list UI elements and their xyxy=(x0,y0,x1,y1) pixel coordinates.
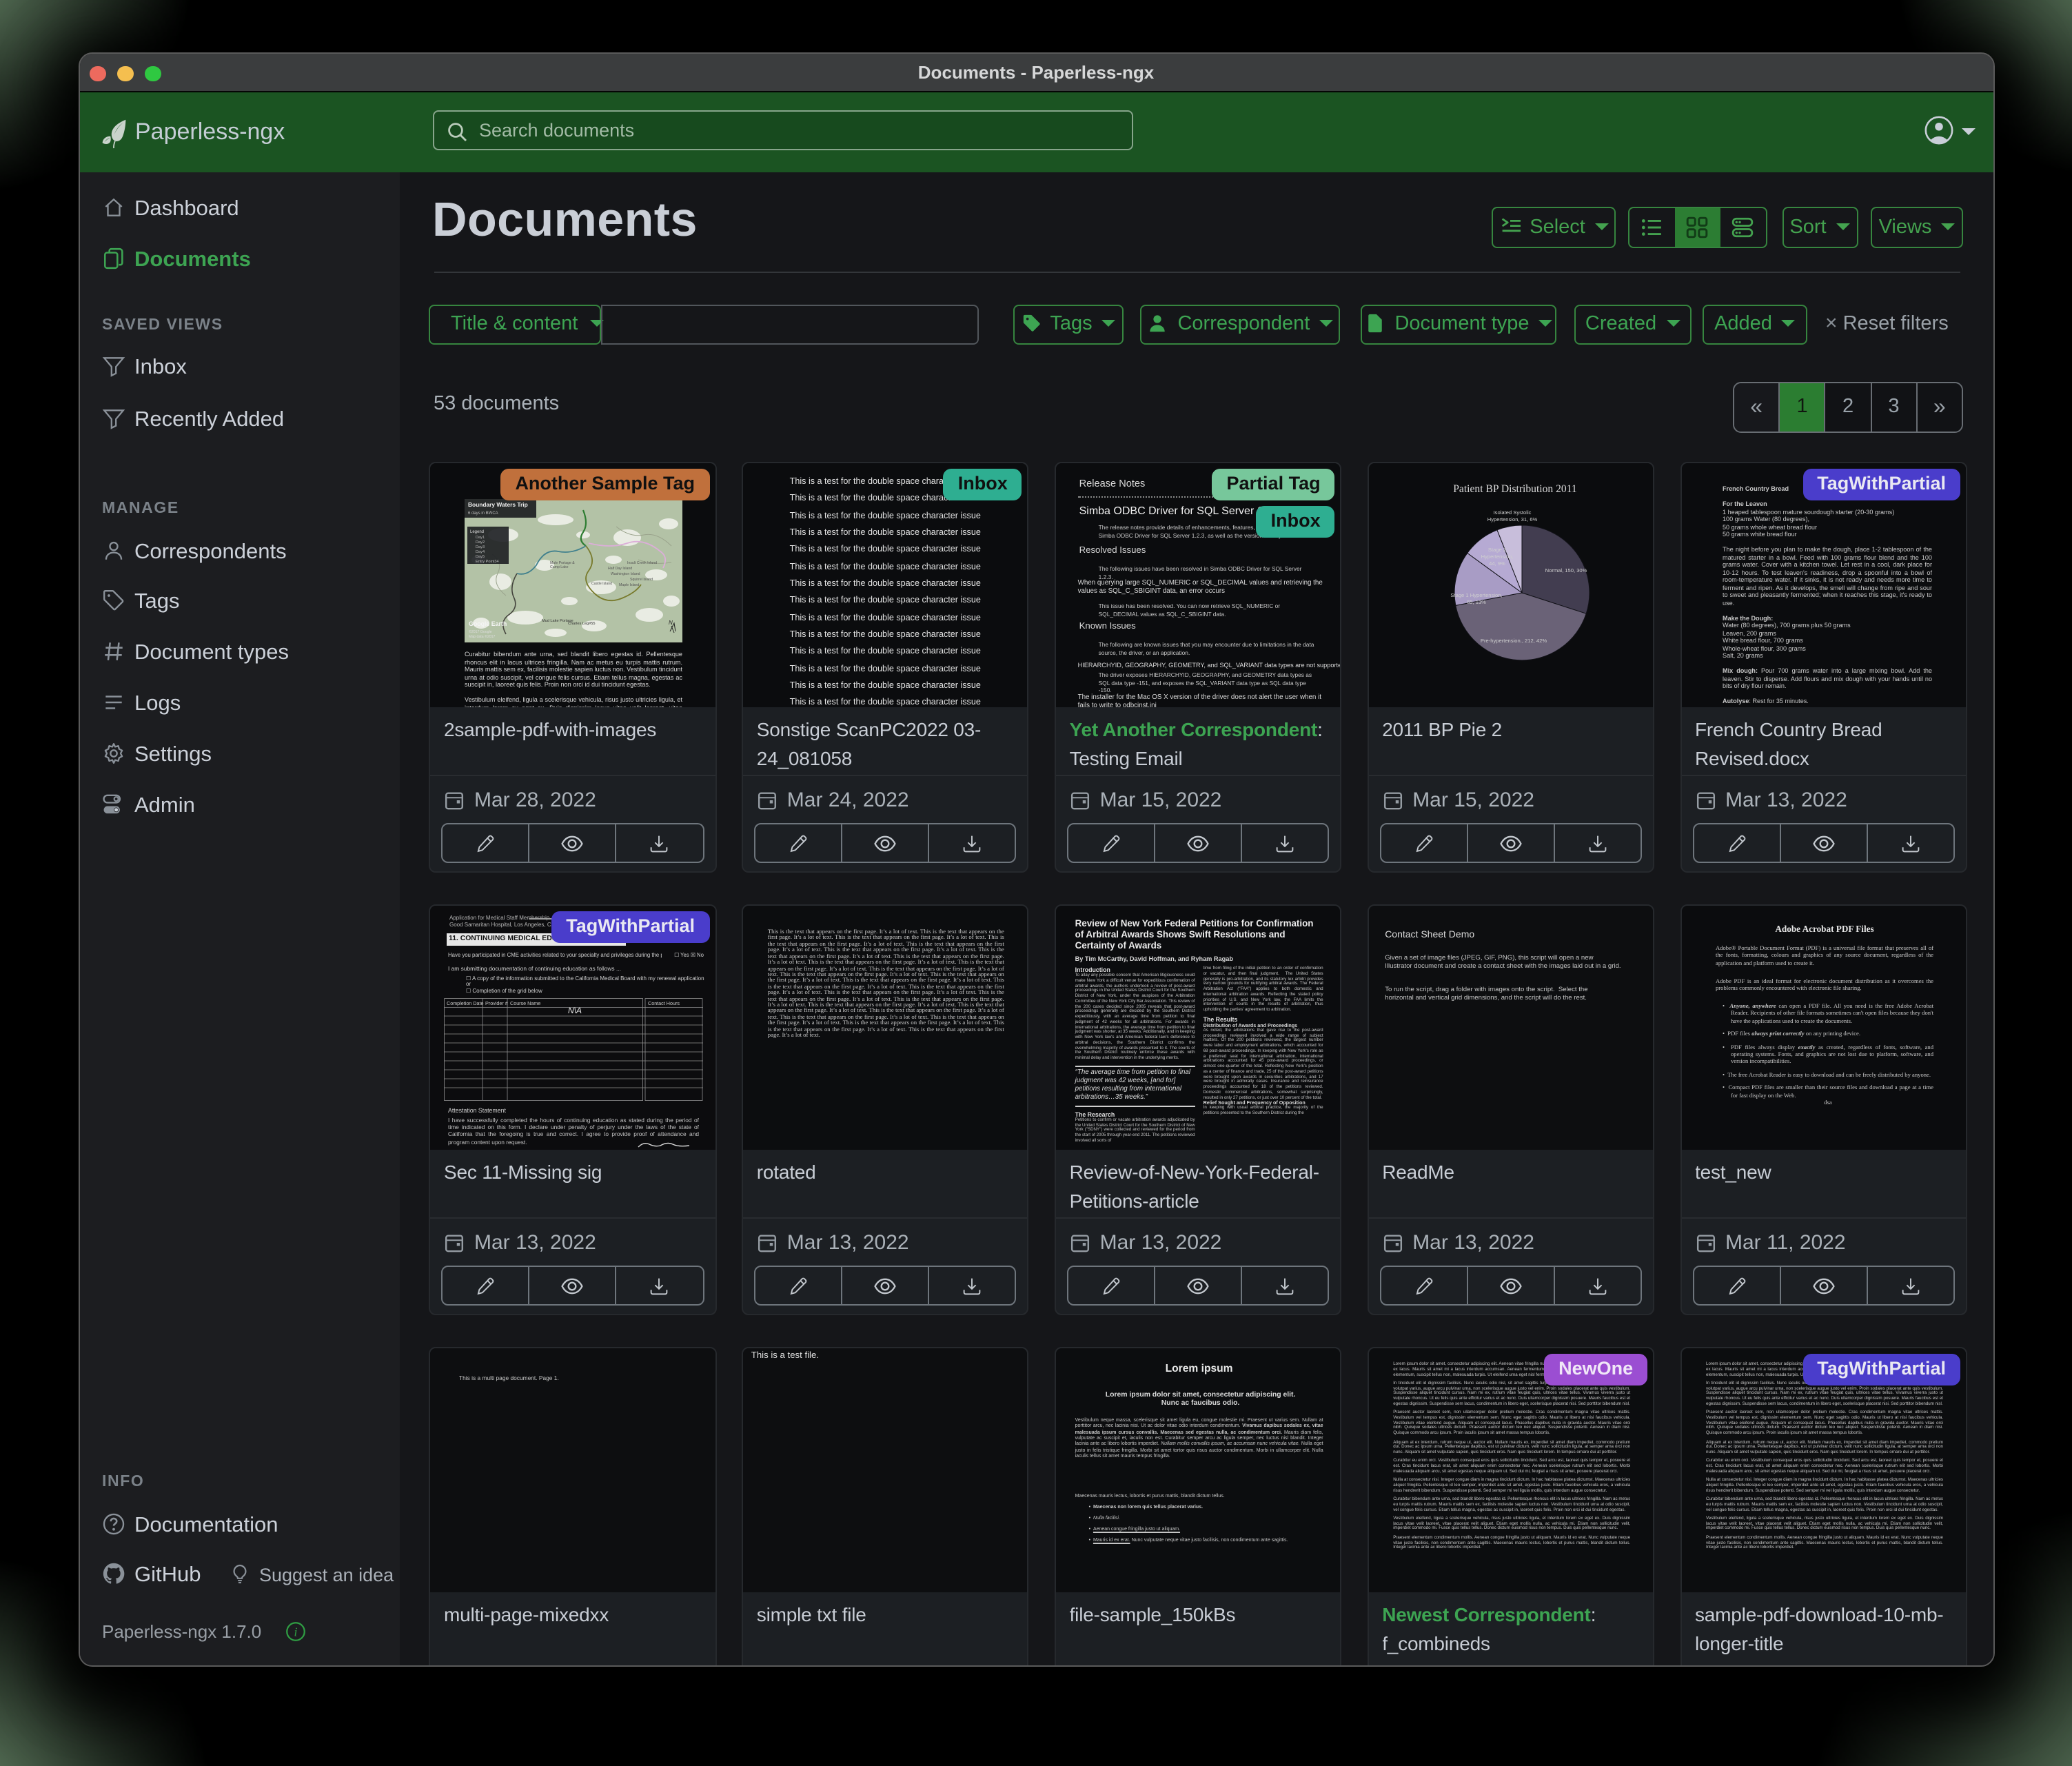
svg-text:Normal, 150, 30%: Normal, 150, 30% xyxy=(1545,567,1587,574)
svg-text:44, 9%: 44, 9% xyxy=(1488,560,1505,567)
svg-text:N: N xyxy=(669,620,673,626)
svg-text:Course Name: Course Name xyxy=(510,1000,540,1006)
svg-text:Provider #: Provider # xyxy=(485,1000,508,1006)
svg-text:Stage 1 Hypertension,: Stage 1 Hypertension, xyxy=(1450,592,1502,598)
svg-text:6 days in BWCA: 6 days in BWCA xyxy=(468,511,498,516)
svg-text:Washington Island: Washington Island xyxy=(611,572,640,576)
svg-text:Maple Island: Maple Island xyxy=(619,583,640,587)
svg-text:Castle Island: Castle Island xyxy=(591,582,612,586)
svg-text:Hypertension, 31, 6%: Hypertension, 31, 6% xyxy=(1487,516,1537,522)
svg-text:65, 13%: 65, 13% xyxy=(1466,599,1485,605)
svg-text:Patient BP Distribution 2011: Patient BP Distribution 2011 xyxy=(1452,483,1576,495)
svg-text:N\A: N\A xyxy=(568,1006,582,1015)
svg-text:Insult Creek Island: Insult Creek Island xyxy=(627,561,657,565)
svg-text:Pre-hypertension., 212, 42%: Pre-hypertension., 212, 42% xyxy=(1480,638,1546,644)
svg-text:Contact Hours: Contact Hours xyxy=(648,1000,680,1006)
svg-text:Day1: Day1 xyxy=(476,536,485,540)
svg-text:Day5: Day5 xyxy=(476,555,485,559)
svg-text:Squirrel Island: Squirrel Island xyxy=(630,578,653,582)
svg-text:Charles Leg#55: Charles Leg#55 xyxy=(568,622,596,626)
svg-text:Legend: Legend xyxy=(470,530,484,534)
svg-text:©2017 Google: ©2017 Google xyxy=(469,629,492,634)
svg-text:Day4: Day4 xyxy=(476,550,485,554)
svg-text:Isolated Systolic: Isolated Systolic xyxy=(1493,509,1531,516)
svg-text:Boundary Waters Trip: Boundary Waters Trip xyxy=(468,501,528,508)
svg-text:Completion Date: Completion Date xyxy=(447,1000,484,1006)
svg-text:Entry Point34: Entry Point34 xyxy=(476,560,499,564)
svg-text:Stage 2: Stage 2 xyxy=(1487,547,1505,553)
svg-text:Hypertension,: Hypertension, xyxy=(1481,554,1513,560)
svg-text:Camp Lake: Camp Lake xyxy=(550,565,569,569)
svg-text:Day3: Day3 xyxy=(476,545,485,549)
svg-text:Map data ©2017: Map data ©2017 xyxy=(469,634,496,639)
svg-text:Google Earth: Google Earth xyxy=(469,620,507,627)
svg-text:Half Day Island: Half Day Island xyxy=(608,567,632,571)
svg-text:i: i xyxy=(294,1625,298,1638)
svg-text:Day2: Day2 xyxy=(476,540,485,545)
